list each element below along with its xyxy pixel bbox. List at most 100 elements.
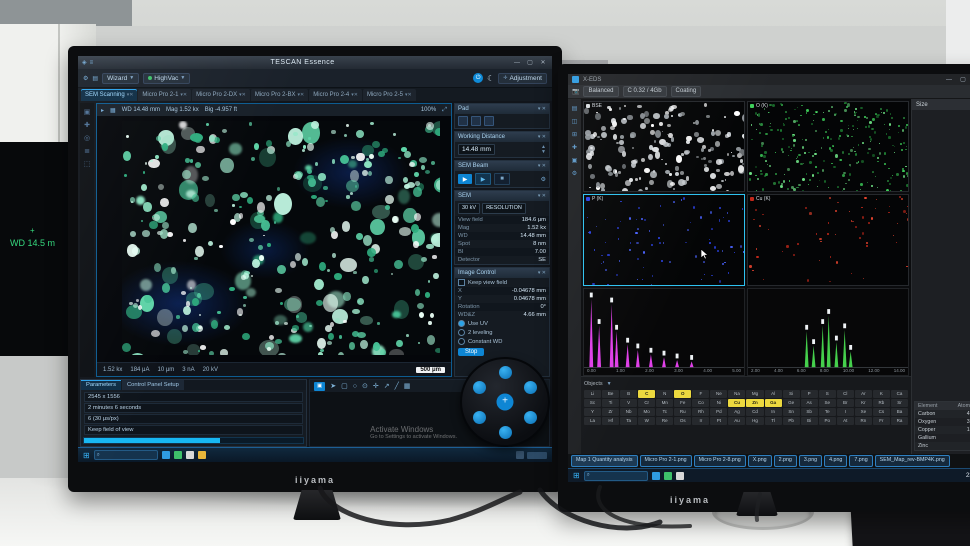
image-control-header[interactable]: Image Control ▾ ✕ <box>455 268 549 278</box>
image-icon[interactable]: ◫ <box>572 118 578 125</box>
element-ga[interactable]: Ga <box>765 399 782 407</box>
element-at[interactable]: At <box>837 417 854 425</box>
moon-icon[interactable]: ☾ <box>487 74 494 83</box>
element-o[interactable]: O <box>674 390 691 398</box>
tab-micro-pro-2-dx[interactable]: Micro Pro 2-DX▾✕ <box>192 89 250 101</box>
element-ir[interactable]: Ir <box>692 417 709 425</box>
close-icon[interactable]: ✕ <box>538 59 548 66</box>
element-fe[interactable]: Fe <box>674 399 691 407</box>
element-cd[interactable]: Cd <box>746 408 763 416</box>
element-sb[interactable]: Sb <box>801 408 818 416</box>
project-icon[interactable]: ▤ <box>572 105 578 112</box>
coating-chip[interactable]: Coating <box>671 86 702 97</box>
pad-button[interactable] <box>458 116 468 126</box>
element-ti[interactable]: Ti <box>602 399 619 407</box>
spectrum-high-energy[interactable]: 2.004.006.008.0010.0012.0014.00 <box>747 288 909 377</box>
beam-panel-header[interactable]: SEM Beam ▾ ✕ <box>455 161 549 171</box>
doc-tab-micro-pro-2-8-png[interactable]: Micro Pro 2-8.png <box>694 455 746 467</box>
element-f[interactable]: F <box>692 390 709 398</box>
radio-icon[interactable] <box>458 329 465 336</box>
pad-button[interactable] <box>471 116 481 126</box>
element-mo[interactable]: Mo <box>638 408 655 416</box>
element-cr[interactable]: Cr <box>638 399 655 407</box>
tab-micro-pro-2-bx[interactable]: Micro Pro 2-BX▾✕ <box>251 89 308 101</box>
add-icon[interactable]: ✚ <box>572 144 577 151</box>
element-rb[interactable]: Rb <box>873 399 890 407</box>
element-co[interactable]: Co <box>692 399 709 407</box>
element-c[interactable]: C <box>638 390 655 398</box>
element-b[interactable]: B <box>620 390 637 398</box>
element-xe[interactable]: Xe <box>855 408 872 416</box>
element-bi[interactable]: Bi <box>801 417 818 425</box>
taskbar-app-icon[interactable] <box>664 472 672 480</box>
element-row-oxygen[interactable]: Oxygen31.02 <box>915 418 970 426</box>
select-tool-icon[interactable]: ▣ <box>84 108 91 116</box>
element-li[interactable]: Li <box>584 390 601 398</box>
element-i[interactable]: I <box>837 408 854 416</box>
taskbar-app-icon[interactable] <box>198 451 206 459</box>
pad-panel-header[interactable]: Pad ▾ ✕ <box>455 104 549 114</box>
element-as[interactable]: As <box>801 399 818 407</box>
element-te[interactable]: Te <box>819 408 836 416</box>
element-cl[interactable]: Cl <box>837 390 854 398</box>
grid-tool-icon[interactable]: ▦ <box>404 382 411 390</box>
element-zn[interactable]: Zn <box>746 399 763 407</box>
tab-micro-pro-2-1[interactable]: Micro Pro 2-1▾✕ <box>138 89 191 101</box>
doc-tab-x-png[interactable]: X.png <box>748 455 772 467</box>
tab-close-icon[interactable]: ▾✕ <box>180 92 187 98</box>
chevron-down-icon[interactable]: ▼ <box>607 381 612 387</box>
element-rn[interactable]: Rn <box>855 417 872 425</box>
map-icon[interactable]: ⊞ <box>572 131 577 138</box>
tab-micro-pro-2-4[interactable]: Micro Pro 2-4▾✕ <box>309 89 362 101</box>
element-ag[interactable]: Ag <box>728 408 745 416</box>
annotation-tab[interactable]: ▣ <box>314 382 325 391</box>
radio-icon[interactable] <box>458 320 465 327</box>
arrow-tool-icon[interactable]: ↗ <box>384 382 390 390</box>
doc-tab-map-1-quantity-analysis[interactable]: Map 1 Quantity analysis <box>571 455 638 467</box>
element-rh[interactable]: Rh <box>692 408 709 416</box>
tab-control-panel-setup[interactable]: Control Panel Setup <box>122 380 184 390</box>
element-k[interactable]: K <box>873 390 890 398</box>
windows-start-icon[interactable]: ⊞ <box>83 451 90 460</box>
element-na[interactable]: Na <box>728 390 745 398</box>
element-sr[interactable]: Sr <box>891 399 908 407</box>
tab-close-icon[interactable]: ▾✕ <box>127 92 134 98</box>
element-sn[interactable]: Sn <box>783 408 800 416</box>
option-2-leveling[interactable]: 2 leveling <box>455 328 549 337</box>
report-icon[interactable]: ▣ <box>572 157 578 164</box>
element-ra[interactable]: Ra <box>891 417 908 425</box>
element-sc[interactable]: Sc <box>584 399 601 407</box>
doc-tab-4-png[interactable]: 4.png <box>824 455 847 467</box>
maximize-icon[interactable]: ▢ <box>525 59 535 66</box>
panel-controls-icon[interactable]: ▾ ✕ <box>538 270 546 276</box>
element-ni[interactable]: Ni <box>710 399 727 407</box>
element-in[interactable]: In <box>765 408 782 416</box>
doc-tab-3-png[interactable]: 3.png <box>799 455 822 467</box>
element-fr[interactable]: Fr <box>873 417 890 425</box>
frame-tool-icon[interactable]: ⬚ <box>84 160 91 168</box>
joystick-dot[interactable] <box>499 426 512 439</box>
size-header[interactable]: Size <box>912 99 970 110</box>
doc-tab-2-png[interactable]: 2.png <box>774 455 797 467</box>
add-tool-icon[interactable]: ✚ <box>84 121 90 129</box>
map-oxygen[interactable]: O (K) <box>747 101 909 192</box>
sem-image-area[interactable] <box>97 116 451 362</box>
keep-view-field-row[interactable]: Keep view field <box>455 278 549 287</box>
element-mg[interactable]: Mg <box>746 390 763 398</box>
mode-chip[interactable]: RESOLUTION <box>482 203 526 214</box>
doc-tab-7-png[interactable]: 7.png <box>849 455 872 467</box>
element-hg[interactable]: Hg <box>746 417 763 425</box>
point-tool-icon[interactable]: ⊙ <box>362 382 368 390</box>
element-cu[interactable]: Cu <box>728 399 745 407</box>
joystick-dot[interactable] <box>524 381 537 394</box>
taskbar-app-icon[interactable] <box>652 472 660 480</box>
tray-icon[interactable] <box>516 451 524 459</box>
beam-on-button[interactable]: ▶ <box>458 174 472 184</box>
stop-button[interactable]: Stop <box>458 348 484 356</box>
taskbar-search[interactable]: ⌕ <box>584 471 648 481</box>
wd-panel-header[interactable]: Working Distance ▾ ✕ <box>455 132 549 142</box>
element-os[interactable]: Os <box>674 417 691 425</box>
taskbar-search[interactable]: ⌕ <box>94 450 158 460</box>
pad-button[interactable] <box>484 116 494 126</box>
joystick-dot[interactable] <box>473 411 486 424</box>
